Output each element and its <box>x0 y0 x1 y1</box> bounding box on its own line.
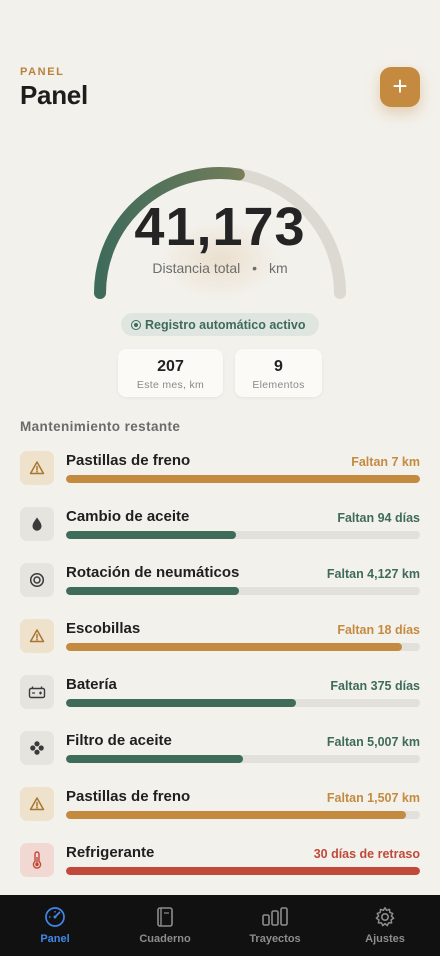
maint-status: Faltan 94 días <box>337 511 420 525</box>
warning-icon <box>20 787 54 821</box>
maintenance-item[interactable]: Cambio de aceite Faltan 94 días <box>20 507 420 557</box>
stat-label: Este mes, km <box>136 379 205 391</box>
caption-label: Distancia total <box>152 260 241 276</box>
maint-status: Faltan 4,127 km <box>326 567 420 581</box>
stat-label: Elementos <box>252 379 305 391</box>
maint-name: Pastillas de freno <box>66 452 191 469</box>
auto-log-label: Registro automático activo <box>145 317 306 332</box>
caption-unit: km <box>268 260 288 276</box>
maintenance-item[interactable]: Escobillas Faltan 18 días <box>20 619 420 669</box>
tab-label: Cuaderno <box>139 933 191 945</box>
maint-status: Faltan 375 días <box>330 679 420 693</box>
total-distance-value: 41,173 <box>134 197 306 257</box>
auto-log-badge[interactable]: Registro automático activo <box>121 313 319 336</box>
warning-icon <box>20 619 54 653</box>
progress-track <box>66 699 420 707</box>
progress-fill <box>66 699 297 707</box>
progress-track <box>66 475 420 483</box>
maint-status: 30 días de retraso <box>313 847 420 861</box>
progress-track <box>66 867 420 875</box>
progress-track <box>66 531 420 539</box>
tab-label: Panel <box>40 933 70 945</box>
tab-trayectos[interactable]: Trayectos <box>220 895 330 956</box>
filter-icon <box>20 731 54 765</box>
maintenance-item[interactable]: Filtro de aceite Faltan 5,007 km <box>20 731 420 781</box>
maintenance-item[interactable]: Refrigerante 30 días de retraso <box>20 843 420 893</box>
stat-value: 207 <box>157 358 184 375</box>
maint-status: Faltan 1,507 km <box>326 791 420 805</box>
page-title: Panel <box>20 80 88 110</box>
tab-label: Trayectos <box>249 933 301 945</box>
tab-ajustes[interactable]: Ajustes <box>330 895 440 956</box>
bars-icon <box>261 905 289 929</box>
gear-icon <box>374 905 396 929</box>
maintenance-item[interactable]: Pastillas de freno Faltan 7 km <box>20 451 420 501</box>
tire-icon <box>20 563 54 597</box>
record-dot-icon <box>131 319 141 330</box>
tab-cuaderno[interactable]: Cuaderno <box>110 895 220 956</box>
maint-name: Rotación de neumáticos <box>66 564 240 581</box>
progress-track <box>66 755 420 763</box>
tab-bar: Panel Cuaderno Trayectos Ajustes <box>0 895 440 956</box>
maintenance-item[interactable]: Batería Faltan 375 días <box>20 675 420 725</box>
section-eyebrow: PANEL <box>20 66 65 78</box>
oil-drop-icon <box>20 507 54 541</box>
progress-track <box>66 811 420 819</box>
app-root: PANEL Panel + 41,173 Distancia total • k… <box>0 0 440 956</box>
maint-name: Cambio de aceite <box>66 508 190 525</box>
progress-fill <box>66 587 240 595</box>
maintenance-item[interactable]: Rotación de neumáticos Faltan 4,127 km <box>20 563 420 613</box>
maint-name: Pastillas de freno <box>66 788 191 805</box>
total-distance-caption: Distancia total • km <box>0 260 440 276</box>
maint-name: Refrigerante <box>66 844 155 861</box>
progress-fill <box>66 811 406 819</box>
stat-card-month[interactable]: 207 Este mes, km <box>118 349 223 397</box>
plus-icon: + <box>392 71 408 101</box>
maint-status: Faltan 5,007 km <box>326 735 420 749</box>
progress-fill <box>66 643 403 651</box>
progress-track <box>66 587 420 595</box>
gauge-icon <box>44 905 66 929</box>
tab-label: Ajustes <box>365 933 405 945</box>
stat-card-items[interactable]: 9 Elementos <box>235 349 322 397</box>
warning-icon <box>20 451 54 485</box>
maint-name: Escobillas <box>66 620 141 637</box>
stat-value: 9 <box>274 358 283 375</box>
notebook-icon <box>156 905 174 929</box>
maintenance-title: Mantenimiento restante <box>20 419 181 434</box>
maint-name: Batería <box>66 676 117 693</box>
progress-fill <box>66 867 420 875</box>
battery-icon <box>20 675 54 709</box>
thermometer-icon <box>20 843 54 877</box>
add-button[interactable]: + <box>380 67 420 107</box>
progress-fill <box>66 475 420 483</box>
progress-fill <box>66 531 236 539</box>
caption-separator: • <box>252 260 258 276</box>
maint-status: Faltan 7 km <box>351 455 420 469</box>
progress-track <box>66 643 420 651</box>
maint-name: Filtro de aceite <box>66 732 172 749</box>
maintenance-item[interactable]: Pastillas de freno Faltan 1,507 km <box>20 787 420 837</box>
maint-status: Faltan 18 días <box>337 623 420 637</box>
progress-fill <box>66 755 243 763</box>
tab-panel[interactable]: Panel <box>0 895 110 956</box>
